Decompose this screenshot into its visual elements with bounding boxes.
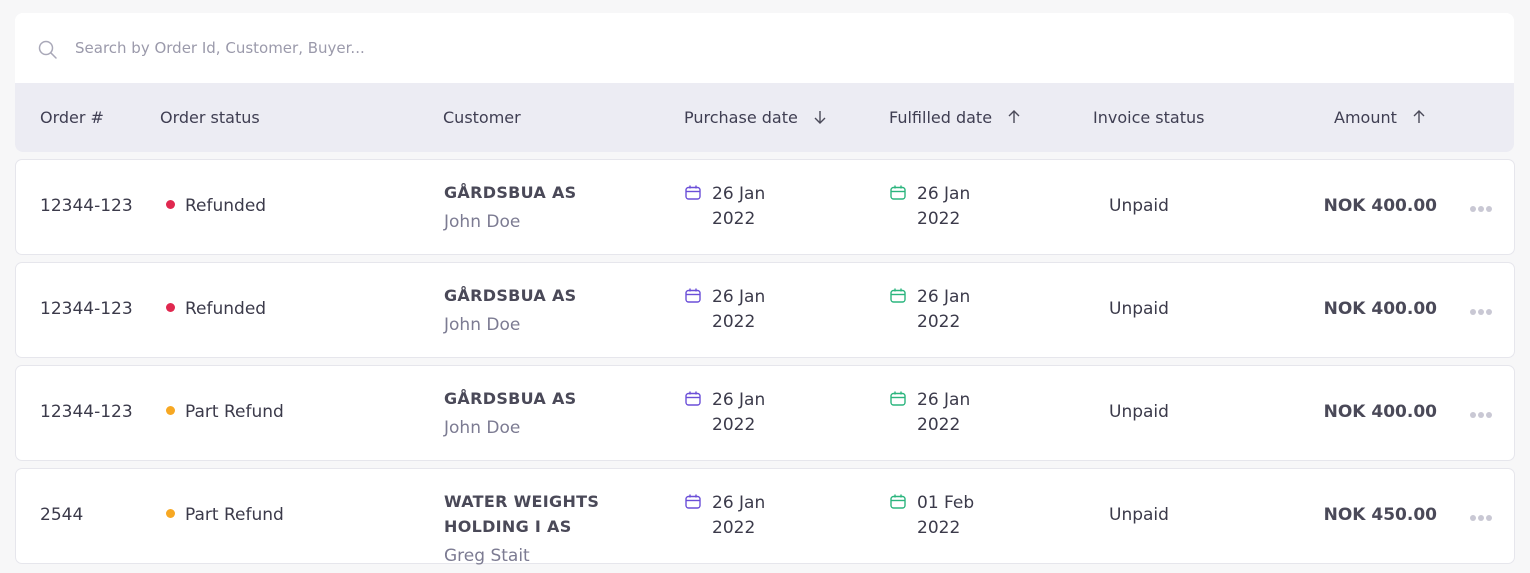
purchase-day: 26 Jan	[712, 287, 766, 307]
customer-name: GÅRDSBUA AS	[444, 389, 577, 408]
order-amount: NOK 450.00	[1323, 505, 1437, 525]
table-row[interactable]: 12344-123 Part Refund GÅRDSBUA AS John D…	[15, 365, 1515, 461]
order-id: 12344-123	[40, 299, 133, 319]
table-header: Order # Order status Customer Purchase d…	[15, 83, 1514, 152]
order-status: Part Refund	[166, 505, 284, 525]
fulfilled-day: 26 Jan	[917, 184, 971, 204]
calendar-icon	[685, 494, 701, 509]
status-dot	[166, 406, 175, 415]
calendar-icon	[890, 288, 906, 303]
order-status: Refunded	[166, 196, 266, 216]
calendar-icon	[685, 288, 701, 303]
customer: GÅRDSBUA AS John Doe	[444, 180, 684, 235]
arrow-up-icon	[1008, 110, 1020, 123]
arrow-down-icon	[814, 111, 826, 124]
customer-name: GÅRDSBUA AS	[444, 183, 577, 202]
column-header-invoice-status: Invoice status	[1093, 83, 1204, 152]
invoice-status: Unpaid	[1109, 299, 1169, 319]
more-options-icon[interactable]	[1470, 197, 1496, 217]
customer: GÅRDSBUA AS John Doe	[444, 386, 684, 441]
buyer-name: John Doe	[444, 212, 521, 232]
calendar-icon	[685, 391, 701, 406]
fulfilled-date: 01 Feb 2022	[889, 491, 974, 541]
buyer-name: John Doe	[444, 315, 521, 335]
buyer-name: Greg Stait	[444, 546, 530, 566]
purchase-day: 26 Jan	[712, 390, 766, 410]
status-dot	[166, 303, 175, 312]
search-icon	[38, 40, 57, 59]
calendar-icon	[890, 185, 906, 200]
search-input[interactable]	[75, 35, 975, 61]
fulfilled-year: 2022	[917, 209, 961, 229]
status-dot	[166, 200, 175, 209]
purchase-year: 2022	[712, 518, 756, 538]
invoice-status: Unpaid	[1109, 196, 1169, 216]
customer-name: WATER WEIGHTS HOLDING I AS	[444, 492, 600, 536]
fulfilled-year: 2022	[917, 312, 961, 332]
fulfilled-date: 26 Jan 2022	[889, 285, 970, 335]
fulfilled-year: 2022	[917, 518, 961, 538]
customer-name: GÅRDSBUA AS	[444, 286, 577, 305]
purchase-date: 26 Jan 2022	[684, 182, 765, 232]
column-header-status: Order status	[160, 83, 260, 152]
column-header-purchase-date[interactable]: Purchase date	[684, 83, 828, 152]
orders-panel: Order # Order status Customer Purchase d…	[15, 13, 1514, 152]
column-header-status-label: Order status	[160, 108, 260, 127]
purchase-year: 2022	[712, 312, 756, 332]
fulfilled-date: 26 Jan 2022	[889, 388, 970, 438]
calendar-icon	[685, 185, 701, 200]
purchase-date: 26 Jan 2022	[684, 491, 765, 541]
purchase-date: 26 Jan 2022	[684, 285, 765, 335]
column-header-amount-label: Amount	[1334, 108, 1397, 127]
fulfilled-date: 26 Jan 2022	[889, 182, 970, 232]
buyer-name: John Doe	[444, 418, 521, 438]
calendar-icon	[890, 494, 906, 509]
column-header-amount[interactable]: Amount	[1334, 83, 1427, 152]
column-header-purchase-date-label: Purchase date	[684, 108, 798, 127]
table-row[interactable]: 12344-123 Refunded GÅRDSBUA AS John Doe …	[15, 262, 1515, 358]
table-row[interactable]: 12344-123 Refunded GÅRDSBUA AS John Doe …	[15, 159, 1515, 255]
order-id: 12344-123	[40, 196, 133, 216]
fulfilled-day: 26 Jan	[917, 390, 971, 410]
invoice-status: Unpaid	[1109, 402, 1169, 422]
more-options-icon[interactable]	[1470, 506, 1496, 526]
purchase-day: 26 Jan	[712, 493, 766, 513]
invoice-status: Unpaid	[1109, 505, 1169, 525]
search-bar	[15, 13, 1514, 83]
order-id: 12344-123	[40, 402, 133, 422]
purchase-date: 26 Jan 2022	[684, 388, 765, 438]
column-header-customer: Customer	[443, 83, 521, 152]
customer: GÅRDSBUA AS John Doe	[444, 283, 684, 338]
order-status: Refunded	[166, 299, 266, 319]
order-status: Part Refund	[166, 402, 284, 422]
more-options-icon[interactable]	[1470, 300, 1496, 320]
column-header-customer-label: Customer	[443, 108, 521, 127]
purchase-year: 2022	[712, 415, 756, 435]
arrow-up-icon	[1413, 110, 1425, 123]
table-row[interactable]: 2544 Part Refund WATER WEIGHTS HOLDING I…	[15, 468, 1515, 566]
column-header-invoice-status-label: Invoice status	[1093, 108, 1205, 127]
column-header-fulfilled-date-label: Fulfilled date	[889, 108, 993, 127]
calendar-icon	[890, 391, 906, 406]
order-amount: NOK 400.00	[1323, 402, 1437, 422]
purchase-day: 26 Jan	[712, 184, 766, 204]
order-status-label: Part Refund	[185, 402, 284, 422]
order-id: 2544	[40, 505, 84, 525]
column-header-order: Order #	[40, 83, 104, 152]
fulfilled-year: 2022	[917, 415, 961, 435]
more-options-icon[interactable]	[1470, 403, 1496, 423]
fulfilled-day: 01 Feb	[917, 493, 975, 513]
customer: WATER WEIGHTS HOLDING I AS Greg Stait	[444, 489, 684, 569]
status-dot	[166, 509, 175, 518]
order-status-label: Refunded	[185, 196, 267, 216]
column-header-fulfilled-date[interactable]: Fulfilled date	[889, 83, 1022, 152]
order-amount: NOK 400.00	[1323, 196, 1437, 216]
purchase-year: 2022	[712, 209, 756, 229]
column-header-order-label: Order #	[40, 108, 104, 127]
order-status-label: Refunded	[185, 299, 267, 319]
fulfilled-day: 26 Jan	[917, 287, 971, 307]
order-amount: NOK 400.00	[1323, 299, 1437, 319]
order-status-label: Part Refund	[185, 505, 284, 525]
